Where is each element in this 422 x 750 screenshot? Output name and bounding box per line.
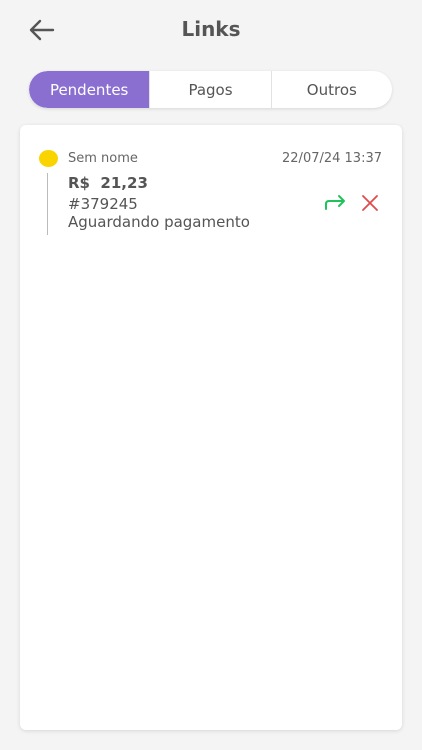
- status-dot: [39, 150, 58, 167]
- link-id: #379245: [68, 195, 138, 213]
- close-icon: [362, 195, 378, 211]
- share-button[interactable]: [324, 193, 348, 213]
- share-arrow-icon: [325, 195, 345, 210]
- status-tabs: Pendentes Pagos Outros: [29, 71, 392, 108]
- header: Links: [0, 0, 422, 60]
- link-status: Aguardando pagamento: [68, 213, 250, 231]
- link-amount: R$ 21,23: [68, 174, 148, 192]
- tab-outros[interactable]: Outros: [270, 71, 392, 108]
- links-card: Sem nome 22/07/24 13:37 R$ 21,23 #379245…: [20, 125, 402, 730]
- tab-pagos[interactable]: Pagos: [149, 71, 270, 108]
- link-item[interactable]: Sem nome 22/07/24 13:37 R$ 21,23 #379245…: [20, 125, 402, 245]
- link-date: 22/07/24 13:37: [282, 151, 382, 166]
- timeline-line: [47, 173, 48, 235]
- cancel-button[interactable]: [360, 193, 380, 213]
- page-title: Links: [181, 17, 241, 41]
- tab-pendentes[interactable]: Pendentes: [29, 71, 150, 108]
- link-name: Sem nome: [68, 151, 138, 166]
